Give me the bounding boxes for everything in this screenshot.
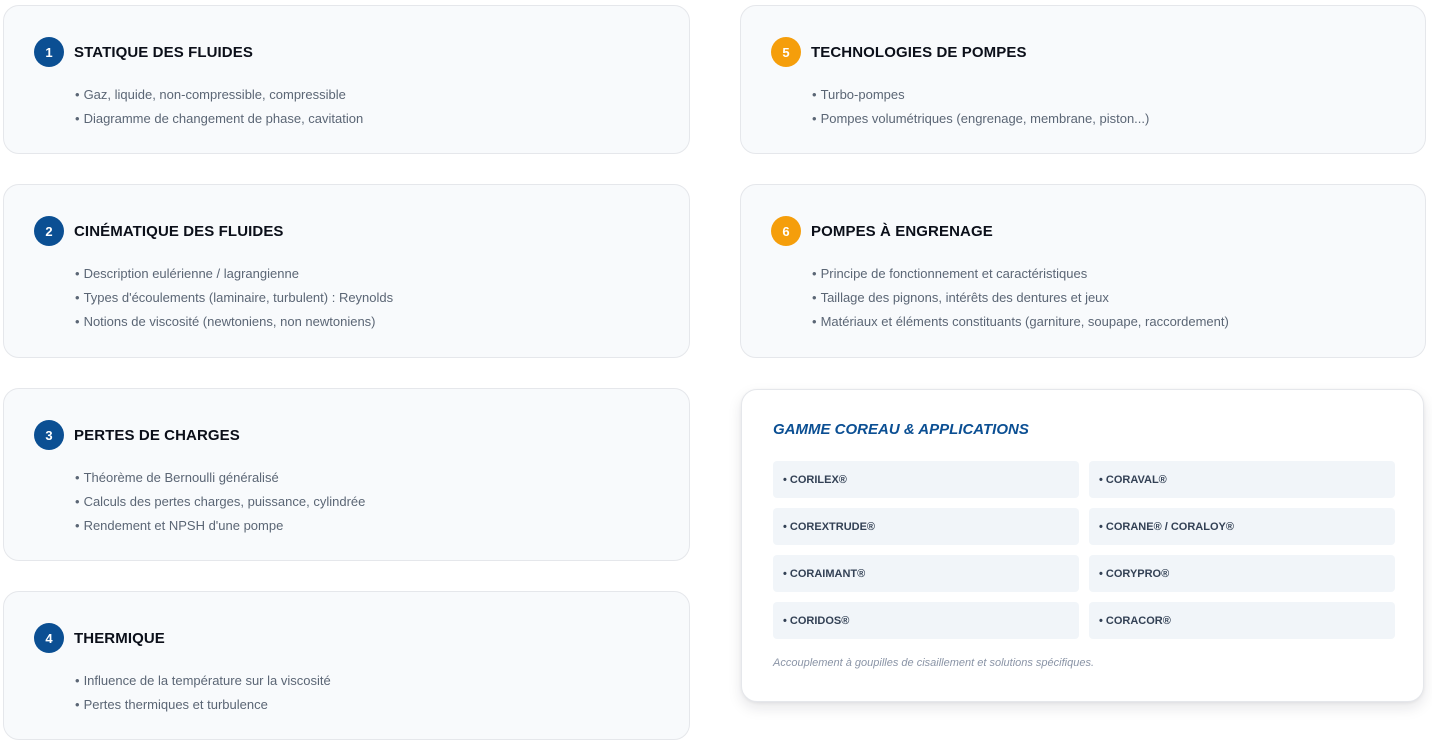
list-item: • Diagramme de changement de phase, cavit… — [75, 111, 364, 126]
module-header: 3 PERTES DE CHARGES — [34, 420, 240, 450]
list-item: • Influence de la température sur la visc… — [75, 673, 331, 688]
bullet-icon: • — [75, 697, 80, 712]
module-title: STATIQUE DES FLUIDES — [74, 43, 253, 61]
bullet-icon: • — [75, 290, 80, 305]
product-tag: • CORAVAL® — [1089, 461, 1395, 498]
module-title: POMPES À ENGRENAGE — [811, 222, 993, 240]
bullet-icon: • — [812, 314, 817, 329]
bullet-icon: • — [75, 673, 80, 688]
bullet-icon: • — [75, 518, 80, 533]
module-number-badge: 4 — [34, 623, 64, 653]
bullet-icon: • — [75, 314, 80, 329]
module-card-5: 5 TECHNOLOGIES DE POMPES • Turbo-pompes •… — [740, 5, 1426, 154]
list-item: • Principe de fonctionnement et caractéri… — [812, 266, 1088, 281]
module-title: THERMIQUE — [74, 629, 165, 647]
module-card-2: 2 CINÉMATIQUE DES FLUIDES • Description e… — [3, 184, 690, 358]
module-number-badge: 6 — [771, 216, 801, 246]
module-number-badge: 3 — [34, 420, 64, 450]
product-tag: • CORAIMANT® — [773, 555, 1079, 592]
list-item: • Calculs des pertes charges, puissance, … — [75, 494, 366, 509]
module-card-1: 1 STATIQUE DES FLUIDES • Gaz, liquide, no… — [3, 5, 690, 154]
module-number-badge: 2 — [34, 216, 64, 246]
module-title: CINÉMATIQUE DES FLUIDES — [74, 222, 284, 240]
product-grid: • CORILEX® • CORAVAL® • COREXTRUDE® • CO… — [773, 461, 1395, 639]
bullet-icon: • — [812, 290, 817, 305]
module-bullet-list: • Description eulérienne / lagrangienne •… — [75, 262, 393, 334]
list-item: • Types d'écoulements (laminaire, turbule… — [75, 290, 394, 305]
gamme-note: Accouplement à goupilles de cisaillement… — [773, 657, 1095, 669]
bullet-icon: • — [75, 494, 80, 509]
module-bullet-list: • Turbo-pompes • Pompes volumétriques (eng… — [812, 83, 1149, 131]
list-item: • Pompes volumétriques (engrenage, membra… — [812, 111, 1150, 126]
module-card-4: 4 THERMIQUE • Influence de la température… — [3, 591, 690, 740]
module-bullet-list: • Principe de fonctionnement et caractéri… — [812, 262, 1229, 334]
module-header: 5 TECHNOLOGIES DE POMPES — [771, 37, 1027, 67]
module-number-badge: 1 — [34, 37, 64, 67]
module-card-6: 6 POMPES À ENGRENAGE • Principe de foncti… — [740, 184, 1426, 358]
module-header: 6 POMPES À ENGRENAGE — [771, 216, 993, 246]
list-item: • Description eulérienne / lagrangienne — [75, 266, 299, 281]
module-bullet-list: • Théorème de Bernoulli généralisé • Calcu… — [75, 466, 365, 538]
gamme-title: GAMME COREAU & APPLICATIONS — [773, 421, 1029, 438]
module-title: TECHNOLOGIES DE POMPES — [811, 43, 1027, 61]
module-number-badge: 5 — [771, 37, 801, 67]
product-tag: • CORANE® / CORALOY® — [1089, 508, 1395, 545]
product-tag: • CORACOR® — [1089, 602, 1395, 639]
bullet-icon: • — [75, 111, 80, 126]
product-tag: • COREXTRUDE® — [773, 508, 1079, 545]
list-item: • Matériaux et éléments constituants (gar… — [812, 314, 1229, 329]
bullet-icon: • — [75, 470, 80, 485]
bullet-icon: • — [812, 87, 817, 102]
product-tag: • CORYPRO® — [1089, 555, 1395, 592]
bullet-icon: • — [812, 266, 817, 281]
list-item: • Théorème de Bernoulli généralisé — [75, 470, 279, 485]
list-item: • Notions de viscosité (newtoniens, non n… — [75, 314, 376, 329]
module-bullet-list: • Influence de la température sur la visc… — [75, 669, 331, 717]
list-item: • Turbo-pompes — [812, 87, 905, 102]
gamme-panel: GAMME COREAU & APPLICATIONS • CORILEX® •… — [741, 389, 1424, 702]
list-item: • Rendement et NPSH d'une pompe — [75, 518, 284, 533]
module-card-3: 3 PERTES DE CHARGES • Théorème de Bernoul… — [3, 388, 690, 561]
module-bullet-list: • Gaz, liquide, non-compressible, compres… — [75, 83, 363, 131]
bullet-icon: • — [75, 266, 80, 281]
module-title: PERTES DE CHARGES — [74, 426, 240, 444]
list-item: • Pertes thermiques et turbulence — [75, 697, 268, 712]
product-tag: • CORILEX® — [773, 461, 1079, 498]
bullet-icon: • — [75, 87, 80, 102]
module-header: 4 THERMIQUE — [34, 623, 165, 653]
bullet-icon: • — [812, 111, 817, 126]
list-item: • Taillage des pignons, intérêts des dent… — [812, 290, 1109, 305]
module-header: 1 STATIQUE DES FLUIDES — [34, 37, 253, 67]
module-header: 2 CINÉMATIQUE DES FLUIDES — [34, 216, 284, 246]
product-tag: • CORIDOS® — [773, 602, 1079, 639]
list-item: • Gaz, liquide, non-compressible, compres… — [75, 87, 346, 102]
